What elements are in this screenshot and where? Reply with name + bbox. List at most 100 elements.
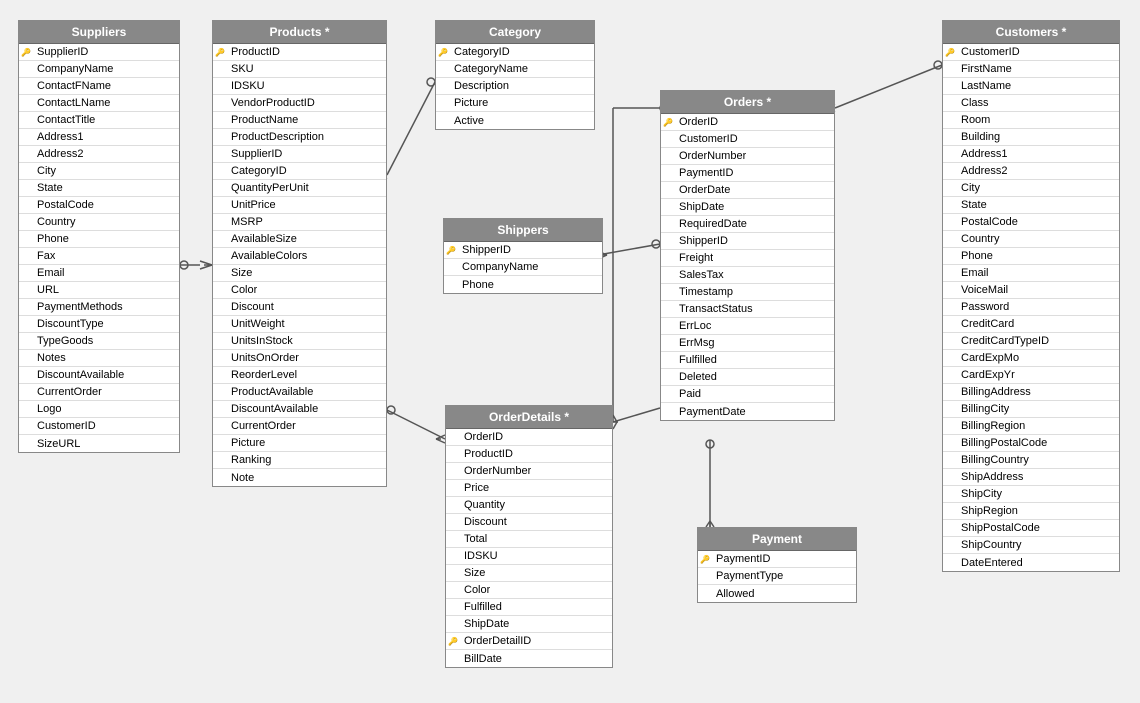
table-row: CurrentOrder	[19, 384, 179, 401]
field-name: OrderID	[677, 116, 718, 128]
field-name: DateEntered	[959, 557, 1023, 569]
table-row: 🔑OrderID	[661, 114, 834, 131]
table-category: Category🔑CategoryIDCategoryNameDescripti…	[435, 20, 595, 130]
field-name: Freight	[677, 252, 713, 264]
field-name: FirstName	[959, 63, 1012, 75]
field-name: Price	[462, 482, 489, 494]
table-row: PaymentDate	[661, 403, 834, 420]
field-name: CreditCardTypeID	[959, 335, 1049, 347]
primary-key-icon: 🔑	[438, 48, 452, 57]
field-name: BillDate	[462, 653, 502, 665]
table-row: IDSKU	[213, 78, 386, 95]
table-row: Active	[436, 112, 594, 129]
field-name: Address2	[35, 148, 83, 160]
field-name: ShipDate	[677, 201, 724, 213]
field-name: Phone	[959, 250, 993, 262]
field-name: CurrentOrder	[35, 386, 102, 398]
table-row: PaymentMethods	[19, 299, 179, 316]
field-name: CustomerID	[959, 46, 1020, 58]
field-name: Active	[452, 115, 484, 127]
field-name: DiscountAvailable	[229, 403, 318, 415]
table-row: Size	[213, 265, 386, 282]
table-row: ShipDate	[446, 616, 612, 633]
table-row: 🔑ProductID	[213, 44, 386, 61]
primary-key-icon: 🔑	[21, 48, 35, 57]
table-row: Phone	[444, 276, 602, 293]
field-name: OrderNumber	[677, 150, 746, 162]
field-name: TransactStatus	[677, 303, 753, 315]
field-name: CompanyName	[35, 63, 113, 75]
field-name: ProductID	[462, 448, 513, 460]
field-name: City	[35, 165, 56, 177]
table-row: SupplierID	[213, 146, 386, 163]
field-name: Size	[462, 567, 485, 579]
table-row: City	[943, 180, 1119, 197]
table-row: Room	[943, 112, 1119, 129]
table-row: LastName	[943, 78, 1119, 95]
field-name: ContactFName	[35, 80, 111, 92]
table-row: PostalCode	[943, 214, 1119, 231]
table-row: Email	[943, 265, 1119, 282]
table-row: Address2	[943, 163, 1119, 180]
table-row: PaymentID	[661, 165, 834, 182]
field-name: ShipRegion	[959, 505, 1018, 517]
field-name: TypeGoods	[35, 335, 93, 347]
field-name: Building	[959, 131, 1000, 143]
field-name: PaymentType	[714, 570, 783, 582]
field-name: Quantity	[462, 499, 505, 511]
table-row: 🔑SupplierID	[19, 44, 179, 61]
field-name: Description	[452, 80, 509, 92]
field-name: Allowed	[714, 588, 755, 600]
table-row: Class	[943, 95, 1119, 112]
table-row: ContactFName	[19, 78, 179, 95]
table-row: Ranking	[213, 452, 386, 469]
table-shippers: Shippers🔑ShipperIDCompanyNamePhone	[443, 218, 603, 294]
primary-key-icon: 🔑	[448, 637, 462, 646]
table-row: Fax	[19, 248, 179, 265]
primary-key-icon: 🔑	[215, 48, 229, 57]
field-name: CategoryID	[229, 165, 287, 177]
field-name: Class	[959, 97, 989, 109]
table-header-suppliers: Suppliers	[19, 21, 179, 44]
table-row: DiscountType	[19, 316, 179, 333]
field-name: PaymentDate	[677, 406, 746, 418]
field-name: OrderDate	[677, 184, 730, 196]
table-row: ContactTitle	[19, 112, 179, 129]
table-row: CustomerID	[19, 418, 179, 435]
table-row: BillingAddress	[943, 384, 1119, 401]
table-row: SalesTax	[661, 267, 834, 284]
table-row: Total	[446, 531, 612, 548]
field-name: City	[959, 182, 980, 194]
table-row: Discount	[446, 514, 612, 531]
table-row: TypeGoods	[19, 333, 179, 350]
field-name: BillingCity	[959, 403, 1009, 415]
field-name: ShipperID	[677, 235, 728, 247]
field-name: BillingRegion	[959, 420, 1025, 432]
table-row: 🔑PaymentID	[698, 551, 856, 568]
field-name: ShipDate	[462, 618, 509, 630]
table-row: ReorderLevel	[213, 367, 386, 384]
table-products: Products *🔑ProductIDSKUIDSKUVendorProduc…	[212, 20, 387, 487]
field-name: ProductAvailable	[229, 386, 313, 398]
field-name: AvailableColors	[229, 250, 307, 262]
field-name: UnitsInStock	[229, 335, 293, 347]
field-name: CustomerID	[677, 133, 738, 145]
field-name: Total	[462, 533, 487, 545]
table-row: ProductName	[213, 112, 386, 129]
table-header-shippers: Shippers	[444, 219, 602, 242]
table-row: 🔑ShipperID	[444, 242, 602, 259]
table-row: Note	[213, 469, 386, 486]
field-name: PostalCode	[35, 199, 94, 211]
field-name: ContactLName	[35, 97, 110, 109]
table-row: SizeURL	[19, 435, 179, 452]
field-name: Room	[959, 114, 990, 126]
field-name: ProductName	[229, 114, 298, 126]
field-name: Ranking	[229, 454, 271, 466]
table-row: ErrMsg	[661, 335, 834, 352]
table-row: AvailableColors	[213, 248, 386, 265]
field-name: Picture	[229, 437, 265, 449]
table-row: ShipCountry	[943, 537, 1119, 554]
field-name: UnitPrice	[229, 199, 276, 211]
table-row: State	[19, 180, 179, 197]
field-name: QuantityPerUnit	[229, 182, 309, 194]
